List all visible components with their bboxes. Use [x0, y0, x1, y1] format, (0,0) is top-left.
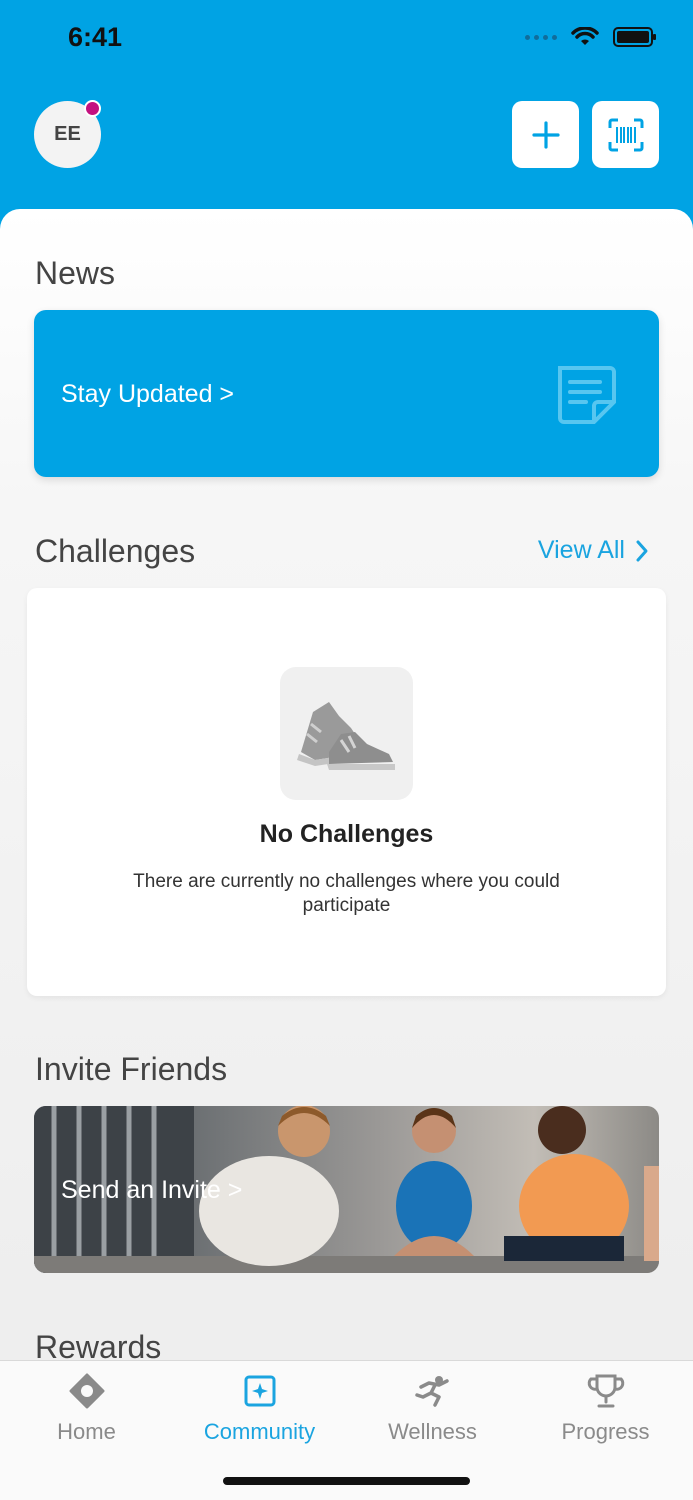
- tab-label: Community: [203, 1419, 316, 1444]
- status-icons: [525, 26, 657, 48]
- home-indicator: [223, 1477, 470, 1485]
- news-card-label: Stay Updated >: [61, 380, 235, 408]
- view-all-label: View All: [537, 536, 625, 564]
- battery-icon: [613, 27, 656, 47]
- tab-wellness[interactable]: Wellness: [346, 1371, 519, 1445]
- notification-dot: [84, 100, 101, 117]
- scan-button[interactable]: [592, 101, 659, 168]
- invite-card[interactable]: Send an Invite >: [34, 1106, 659, 1273]
- status-time: 6:41: [68, 22, 123, 52]
- trophy-icon: [587, 1374, 624, 1408]
- runner-icon: [414, 1376, 449, 1407]
- empty-state-message: There are currently no challenges where …: [133, 871, 560, 916]
- add-button[interactable]: [512, 101, 579, 168]
- sneakers-tile: [280, 667, 413, 800]
- empty-state-title: No Challenges: [259, 820, 434, 848]
- tab-home[interactable]: Home: [0, 1371, 173, 1445]
- view-all-link[interactable]: View All: [538, 536, 649, 565]
- news-card[interactable]: Stay Updated >: [34, 310, 659, 477]
- news-title: News: [35, 255, 116, 291]
- diamond-icon: [69, 1373, 104, 1409]
- challenges-empty-card: No Challenges There are currently no cha…: [27, 588, 666, 996]
- challenges-title: Challenges: [35, 533, 196, 569]
- plus-icon: [531, 120, 560, 149]
- tab-community[interactable]: Community: [173, 1371, 346, 1445]
- invite-title: Invite Friends: [35, 1051, 228, 1087]
- invite-card-label: Send an Invite >: [61, 1176, 243, 1204]
- community-icon: [244, 1375, 275, 1407]
- sneakers-icon: [296, 701, 395, 770]
- signal-icon: [525, 34, 557, 40]
- tab-label: Home: [57, 1419, 116, 1444]
- chevron-right-icon: [636, 540, 648, 561]
- wifi-icon: [571, 27, 599, 45]
- document-icon: [558, 366, 616, 424]
- tab-label: Progress: [561, 1419, 650, 1444]
- tab-progress[interactable]: Progress: [519, 1371, 692, 1445]
- tab-label: Wellness: [388, 1419, 477, 1444]
- barcode-scan-icon: [608, 118, 643, 151]
- app-header: 6:41 EE: [0, 0, 693, 240]
- avatar-initials: EE: [54, 123, 81, 145]
